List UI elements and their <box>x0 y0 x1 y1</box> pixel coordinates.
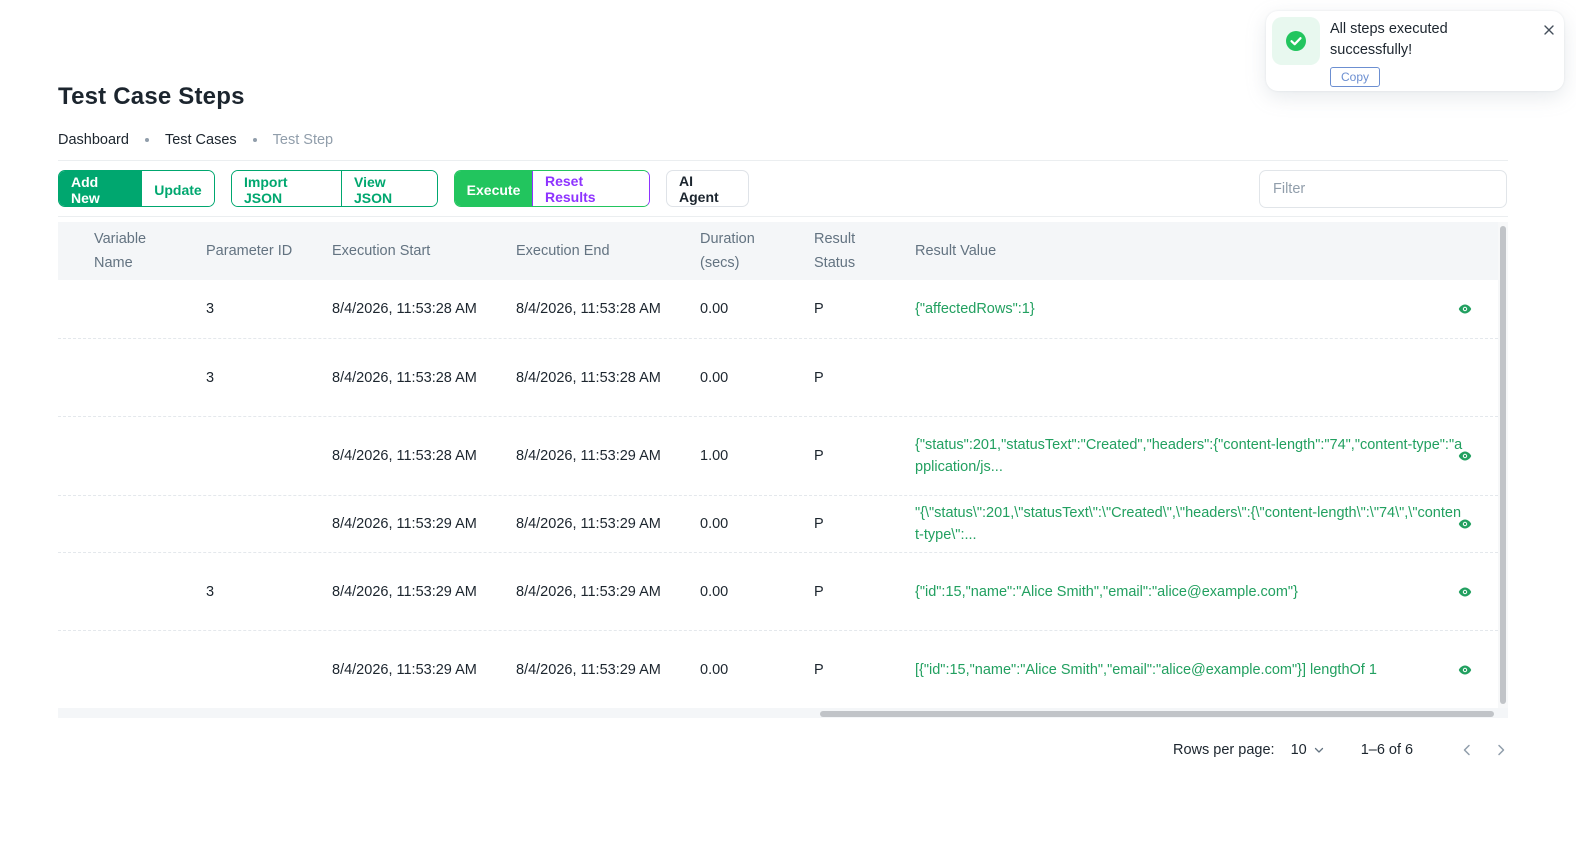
execute-group: Execute Reset Results <box>454 170 650 207</box>
json-group: Import JSON View JSON <box>231 170 438 207</box>
execution-start-cell: 8/4/2026, 11:53:29 AM <box>332 661 477 678</box>
execution-end-cell: 8/4/2026, 11:53:28 AM <box>516 301 661 317</box>
toast-message: All steps executed successfully! <box>1330 21 1448 58</box>
add-new-button[interactable]: Add New <box>59 171 141 206</box>
page: All steps executed successfully! Copy Te… <box>0 0 1576 866</box>
steps-table: Variable Name Parameter ID Execution Sta… <box>58 222 1508 718</box>
divider <box>58 216 1508 217</box>
view-json-button[interactable]: View JSON <box>341 171 437 206</box>
result-status-cell: P <box>814 369 824 386</box>
duration-cell: 0.00 <box>700 583 729 600</box>
reset-results-button[interactable]: Reset Results <box>532 171 649 206</box>
execution-end-cell: 8/4/2026, 11:53:28 AM <box>516 369 661 386</box>
table-header: Variable Name Parameter ID Execution Sta… <box>58 222 1498 280</box>
execute-button[interactable]: Execute <box>455 171 532 206</box>
execution-end-cell: 8/4/2026, 11:53:29 AM <box>516 583 661 600</box>
horizontal-scrollbar[interactable] <box>820 711 1494 717</box>
breadcrumb-separator <box>252 138 257 142</box>
execution-start-cell: 8/4/2026, 11:53:28 AM <box>332 301 477 317</box>
column-header-variable-name[interactable]: Variable Name <box>94 222 174 280</box>
add-update-group: Add New Update <box>58 170 215 207</box>
column-header-duration[interactable]: Duration (secs) <box>700 222 780 280</box>
eye-icon[interactable] <box>1458 664 1472 676</box>
execution-end-cell: 8/4/2026, 11:53:29 AM <box>516 516 661 532</box>
execution-end-cell: 8/4/2026, 11:53:29 AM <box>516 448 661 464</box>
eye-icon[interactable] <box>1458 586 1472 598</box>
toast-icon-container <box>1272 17 1320 65</box>
execution-end-cell: 8/4/2026, 11:53:29 AM <box>516 661 661 678</box>
ai-agent-button[interactable]: AI Agent <box>666 170 749 207</box>
result-status-cell: P <box>814 583 824 600</box>
result-value-cell: {"affectedRows":1} <box>915 301 1035 317</box>
duration-cell: 0.00 <box>700 516 729 532</box>
rows-per-page-label: Rows per page: <box>1173 742 1275 758</box>
result-status-cell: P <box>814 516 824 532</box>
table-row[interactable]: 8/4/2026, 11:53:28 AM 8/4/2026, 11:53:29… <box>58 417 1498 496</box>
next-page-button[interactable] <box>1491 740 1511 760</box>
import-json-button[interactable]: Import JSON <box>232 171 341 206</box>
result-value-cell: "{\"status\":201,\"statusText\":\"Create… <box>915 505 1462 543</box>
column-header-result-status[interactable]: Result Status <box>814 222 884 280</box>
vertical-scrollbar[interactable] <box>1500 226 1506 704</box>
duration-cell: 0.00 <box>700 369 729 386</box>
result-status-cell: P <box>814 448 824 464</box>
table-row[interactable]: 8/4/2026, 11:53:29 AM 8/4/2026, 11:53:29… <box>58 496 1498 553</box>
divider <box>58 160 1508 161</box>
execution-start-cell: 8/4/2026, 11:53:28 AM <box>332 448 477 464</box>
eye-icon[interactable] <box>1458 450 1472 462</box>
breadcrumb: Dashboard Test Cases Test Step <box>58 132 333 148</box>
result-value-cell <box>915 339 1465 416</box>
parameter-id-cell: 3 <box>206 301 215 317</box>
column-header-execution-start[interactable]: Execution Start <box>332 222 492 280</box>
rows-per-page-select[interactable]: 10 <box>1291 742 1325 758</box>
breadcrumb-dashboard[interactable]: Dashboard <box>58 132 129 148</box>
result-value-cell: [{"id":15,"name":"Alice Smith","email":"… <box>915 661 1377 678</box>
page-title: Test Case Steps <box>58 83 245 110</box>
eye-icon[interactable] <box>1458 303 1472 315</box>
check-circle-icon <box>1286 31 1306 51</box>
column-header-result-value[interactable]: Result Value <box>915 222 1115 280</box>
pagination: Rows per page: 10 1–6 of 6 <box>1173 738 1511 762</box>
parameter-id-cell: 3 <box>206 583 215 600</box>
duration-cell: 0.00 <box>700 661 729 678</box>
table-row[interactable]: 3 8/4/2026, 11:53:28 AM 8/4/2026, 11:53:… <box>58 280 1498 339</box>
result-value-cell: {"id":15,"name":"Alice Smith","email":"a… <box>915 583 1298 600</box>
toast-copy-button[interactable]: Copy <box>1330 67 1380 87</box>
eye-icon[interactable] <box>1458 518 1472 530</box>
success-toast: All steps executed successfully! Copy <box>1266 11 1564 91</box>
parameter-id-cell: 3 <box>206 369 215 386</box>
toolbar: Add New Update Import JSON View JSON Exe… <box>58 170 749 207</box>
result-status-cell: P <box>814 301 824 317</box>
table-row[interactable]: 8/4/2026, 11:53:29 AM 8/4/2026, 11:53:29… <box>58 631 1498 708</box>
rows-per-page-value: 10 <box>1290 742 1307 758</box>
column-header-execution-end[interactable]: Execution End <box>516 222 676 280</box>
breadcrumb-separator <box>144 138 149 142</box>
chevron-down-icon <box>1314 747 1323 753</box>
duration-cell: 1.00 <box>700 448 729 464</box>
close-icon[interactable] <box>1542 23 1556 37</box>
update-button[interactable]: Update <box>141 171 214 206</box>
previous-page-button[interactable] <box>1457 740 1477 760</box>
execution-start-cell: 8/4/2026, 11:53:29 AM <box>332 516 477 532</box>
chevron-left-icon <box>1463 744 1470 756</box>
table-row[interactable]: 3 8/4/2026, 11:53:29 AM 8/4/2026, 11:53:… <box>58 553 1498 631</box>
breadcrumb-test-step: Test Step <box>272 132 334 148</box>
execution-start-cell: 8/4/2026, 11:53:29 AM <box>332 583 477 600</box>
execution-start-cell: 8/4/2026, 11:53:28 AM <box>332 369 477 386</box>
page-info: 1–6 of 6 <box>1360 742 1414 758</box>
chevron-right-icon <box>1498 744 1505 756</box>
breadcrumb-test-cases[interactable]: Test Cases <box>165 132 237 148</box>
column-header-parameter-id[interactable]: Parameter ID <box>206 222 296 280</box>
filter-input[interactable] <box>1259 170 1507 208</box>
result-value-cell: {"status":201,"statusText":"Created","he… <box>915 437 1463 475</box>
duration-cell: 0.00 <box>700 301 729 317</box>
result-status-cell: P <box>814 661 824 678</box>
table-row[interactable]: 3 8/4/2026, 11:53:28 AM 8/4/2026, 11:53:… <box>58 339 1498 417</box>
